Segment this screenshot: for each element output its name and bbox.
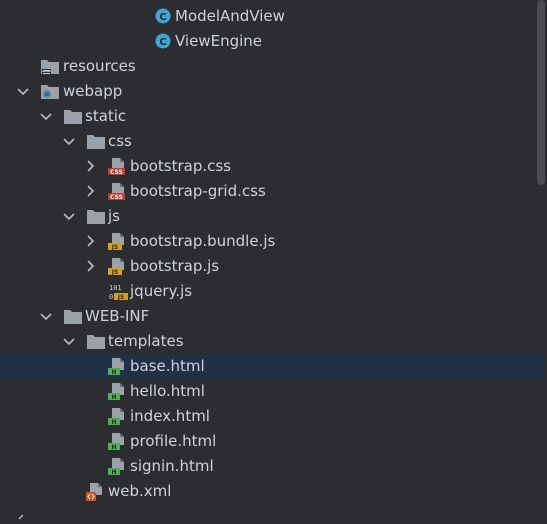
tree-item-label: resources (63, 57, 136, 75)
svg-text:C: C (159, 37, 166, 48)
html-file-icon: H (108, 382, 126, 401)
html-file-icon: H (108, 457, 126, 476)
chevron-icon (18, 506, 28, 520)
project-tree: C ModelAndView C ViewEngine resources we… (0, 0, 547, 520)
minified-js-file-icon: 101 0 JS (108, 282, 128, 301)
svg-text:H: H (111, 394, 116, 401)
tree-item-resources[interactable]: resources (0, 54, 545, 79)
svg-text:JS: JS (111, 244, 119, 251)
tree-item-label: bootstrap-grid.css (130, 182, 266, 200)
tree-item-hello-html[interactable]: H hello.html (0, 379, 545, 404)
tree-item-label: jquery.js (130, 282, 193, 300)
folder-icon (63, 308, 82, 326)
tree-item-web-inf[interactable]: WEB-INF (0, 304, 545, 329)
folder-icon (86, 208, 105, 226)
tree-item-label: bootstrap.bundle.js (130, 232, 276, 250)
tree-item-label: bootstrap.js (130, 257, 220, 275)
chevron-down-icon[interactable] (16, 85, 30, 99)
chevron-down-icon[interactable] (39, 310, 53, 324)
tree-item-label: index.html (130, 407, 210, 425)
tree-item-bootstrap-css[interactable]: CSS bootstrap.css (0, 154, 545, 179)
svg-text:JS: JS (117, 294, 125, 301)
chevron-down-icon[interactable] (62, 335, 76, 349)
tree-item-label: signin.html (130, 457, 214, 475)
svg-text:JS: JS (111, 269, 119, 276)
svg-text:0: 0 (109, 293, 113, 301)
chevron-down-icon[interactable] (39, 110, 53, 124)
tree-item-label: web.xml (108, 482, 172, 500)
class-icon: C (154, 7, 172, 25)
tree-item-bootstrap-grid-css[interactable]: CSS bootstrap-grid.css (0, 179, 545, 204)
js-file-icon: JS (108, 232, 126, 251)
svg-text:101: 101 (109, 284, 122, 292)
tree-item-label: base.html (130, 357, 205, 375)
chevron-right-icon[interactable] (84, 259, 98, 273)
svg-text:CSS: CSS (110, 169, 123, 176)
tree-item-web-xml[interactable]: web.xml (0, 479, 545, 504)
folder-icon (86, 333, 105, 351)
tree-item-label: profile.html (130, 432, 217, 450)
html-file-icon: H (108, 407, 126, 426)
tree-item-signin-html[interactable]: H signin.html (0, 454, 545, 479)
tree-item-label: js (108, 207, 120, 225)
svg-text:H: H (111, 419, 116, 426)
svg-text:H: H (111, 444, 116, 451)
chevron-right-icon[interactable] (84, 234, 98, 248)
tree-item-bootstrap-bundle-js[interactable]: JS bootstrap.bundle.js (0, 229, 545, 254)
svg-text:H: H (111, 469, 116, 476)
css-file-icon: CSS (108, 157, 126, 176)
tree-item-static[interactable]: static (0, 104, 545, 129)
chevron-right-icon[interactable] (84, 184, 98, 198)
tree-item-label: css (108, 132, 132, 150)
folder-icon (63, 108, 82, 126)
chevron-down-icon[interactable] (62, 210, 76, 224)
css-file-icon: CSS (108, 182, 126, 201)
tree-item-label: WEB-INF (85, 307, 150, 325)
tree-item-bootstrap-js[interactable]: JS bootstrap.js (0, 254, 545, 279)
tree-item-js[interactable]: js (0, 204, 545, 229)
tree-item-templates[interactable]: templates (0, 329, 545, 354)
html-file-icon: H (108, 357, 126, 376)
tree-item-viewengine[interactable]: C ViewEngine (0, 29, 545, 54)
tree-item-css[interactable]: css (0, 129, 545, 154)
svg-text:H: H (111, 369, 116, 376)
tree-item-webapp[interactable]: webapp (0, 79, 545, 104)
chevron-right-icon[interactable] (84, 159, 98, 173)
tree-item-jquery-js[interactable]: 101 0 JS jquery.js (0, 279, 545, 304)
xml-file-icon (86, 482, 104, 501)
svg-text:C: C (159, 12, 166, 23)
folder-icon (86, 133, 105, 151)
tree-item-label: templates (108, 332, 184, 350)
tree-item-index-html[interactable]: H index.html (0, 404, 545, 429)
class-icon: C (154, 32, 172, 50)
tree-item-label: ModelAndView (175, 7, 285, 25)
svg-text:CSS: CSS (110, 194, 123, 201)
tree-item-profile-html[interactable]: H profile.html (0, 429, 545, 454)
html-file-icon: H (108, 432, 126, 451)
chevron-down-icon[interactable] (62, 135, 76, 149)
tree-item-label: webapp (63, 82, 123, 100)
tree-item-label: hello.html (130, 382, 205, 400)
tree-item-label: bootstrap.css (130, 157, 231, 175)
vertical-scrollbar[interactable] (537, 0, 545, 185)
tree-item-modelandview[interactable]: C ModelAndView (0, 4, 545, 29)
js-file-icon: JS (108, 257, 126, 276)
resources-folder-icon (40, 58, 59, 76)
tree-item-base-html[interactable]: H base.html (0, 354, 545, 379)
web-folder-icon (40, 83, 59, 101)
tree-item-label: static (85, 107, 127, 125)
tree-item-label: ViewEngine (175, 32, 263, 50)
